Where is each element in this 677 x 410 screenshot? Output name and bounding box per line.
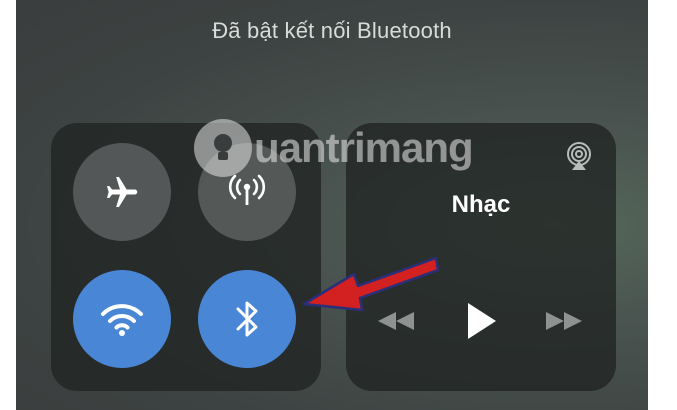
airplay-icon bbox=[567, 142, 591, 170]
bluetooth-icon bbox=[236, 301, 258, 337]
watermark: uantrimang bbox=[194, 108, 494, 188]
airplay-button[interactable] bbox=[564, 141, 594, 171]
wifi-toggle[interactable] bbox=[73, 270, 171, 368]
red-arrow-icon bbox=[302, 256, 440, 312]
bluetooth-toggle[interactable] bbox=[198, 270, 296, 368]
fast-forward-button[interactable] bbox=[542, 301, 586, 341]
play-button[interactable] bbox=[456, 301, 506, 341]
wifi-icon bbox=[101, 304, 143, 336]
now-playing-title: Nhạc bbox=[451, 191, 511, 218]
fast-forward-icon bbox=[546, 312, 582, 330]
airplane-icon bbox=[107, 177, 138, 207]
airplane-mode-toggle[interactable] bbox=[73, 143, 171, 241]
status-message: Đã bật kết nối Bluetooth bbox=[212, 18, 452, 43]
play-icon bbox=[468, 303, 496, 339]
control-center: Đã bật kết nối Bluetooth Nhạc uantrimang bbox=[16, 0, 648, 410]
lightbulb-q-icon bbox=[194, 119, 252, 177]
watermark-text: uantrimang bbox=[254, 124, 474, 171]
